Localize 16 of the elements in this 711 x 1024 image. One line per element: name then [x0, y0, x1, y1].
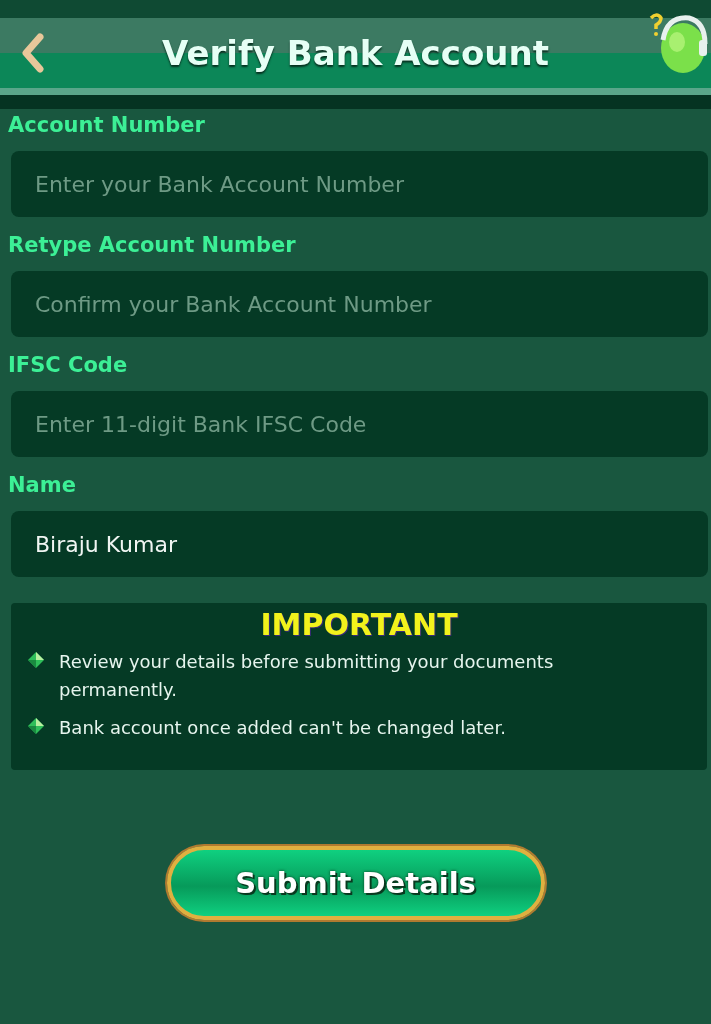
diamond-icon: [27, 651, 45, 669]
field-label: IFSC Code: [8, 352, 129, 379]
field-label: Name: [8, 472, 77, 499]
field-label: Account Number: [8, 112, 206, 139]
input-field[interactable]: Biraju Kumar: [11, 511, 708, 577]
notice-text: Bank account once added can't be changed later.: [59, 716, 506, 740]
input-field[interactable]: Enter 11-digit Bank IFSC Code: [11, 391, 708, 457]
mascot-icon[interactable]: [647, 10, 709, 76]
page-title: Verify Bank Account: [162, 33, 549, 73]
input-field[interactable]: Confirm your Bank Account Number: [11, 271, 708, 337]
notice-text: Review your details before submitting your documents permanently.: [59, 650, 555, 702]
notice-title: IMPORTANT: [260, 607, 458, 642]
input-field[interactable]: Enter your Bank Account Number: [11, 151, 708, 217]
back-button[interactable]: [20, 33, 46, 73]
field-label: Retype Account Number: [8, 232, 297, 259]
diamond-icon: [27, 717, 45, 735]
